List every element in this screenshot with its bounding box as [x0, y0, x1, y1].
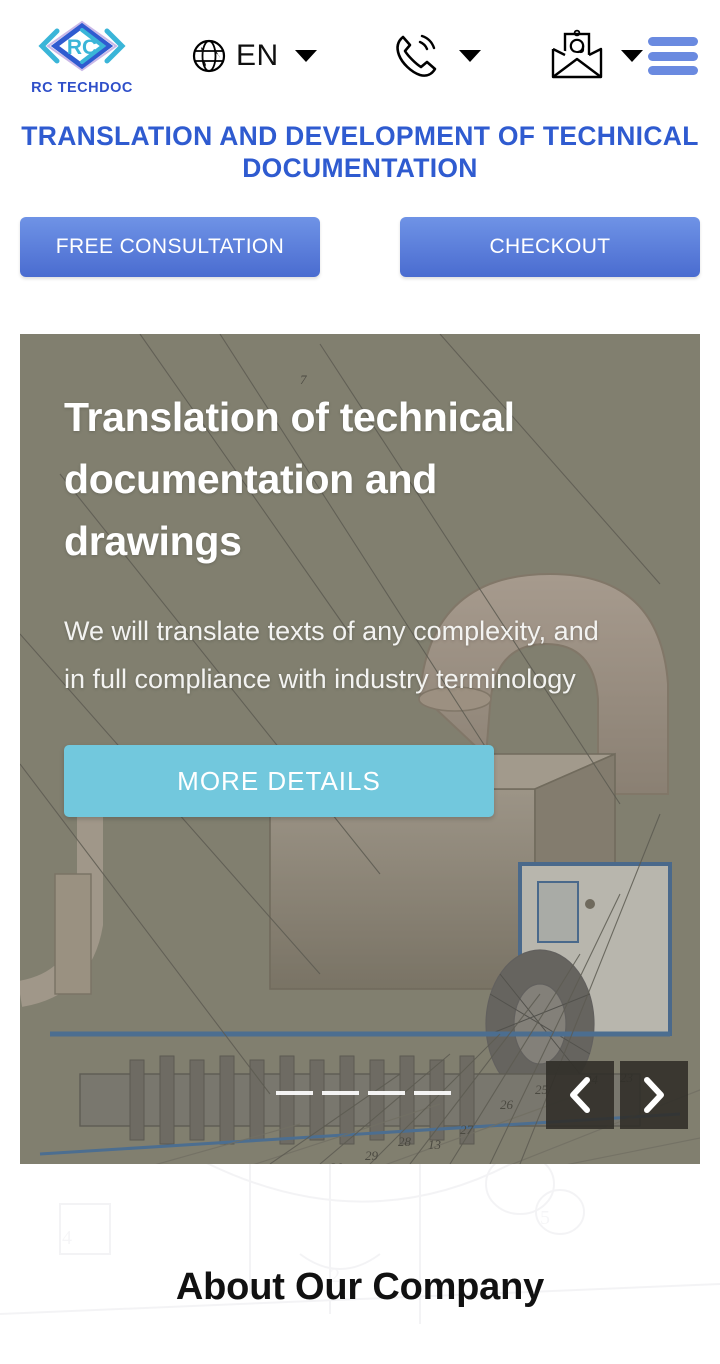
logo-wordmark: RC TECHDOC [31, 79, 133, 96]
language-value: EN [236, 39, 279, 72]
caret-down-icon[interactable] [458, 50, 481, 62]
svg-text:5: 5 [540, 1207, 550, 1229]
blueprint-watermark: 4 2 5 [0, 1164, 720, 1351]
burger-bar [648, 37, 698, 46]
svg-text:RC: RC [67, 36, 97, 59]
burger-bar [648, 66, 698, 75]
svg-text:4: 4 [62, 1227, 72, 1249]
about-section: 4 2 5 About Our Company [0, 1164, 720, 1351]
page-title: TRANSLATION AND DEVELOPMENT OF TECHNICAL… [21, 121, 699, 183]
chevron-right-icon [639, 1075, 669, 1115]
cta-row: FREE CONSULTATION CHECKOUT [20, 217, 700, 277]
caret-down-icon[interactable] [620, 50, 643, 62]
globe-icon [192, 39, 226, 73]
hero-title: Translation of technical documentation a… [64, 394, 515, 564]
hero-subtitle: We will translate texts of any complexit… [64, 616, 599, 694]
slider-pagination[interactable] [276, 1091, 451, 1095]
rc-diamond-logo-icon: RC [33, 17, 131, 79]
site-header: RC RC TECHDOC EN [0, 0, 720, 112]
about-title: About Our Company [175, 1266, 545, 1308]
logo[interactable]: RC RC TECHDOC [22, 17, 142, 96]
slider-navigation [546, 1061, 688, 1129]
chevron-left-icon [565, 1075, 595, 1115]
slider-next-button[interactable] [620, 1061, 688, 1129]
hamburger-menu-icon[interactable] [648, 37, 698, 75]
checkout-button[interactable]: CHECKOUT [400, 217, 700, 277]
phone-ringing-icon [389, 29, 443, 83]
slider-dot[interactable] [276, 1091, 313, 1095]
envelope-at-icon [549, 29, 605, 83]
phone-selector[interactable] [389, 0, 481, 112]
more-details-button[interactable]: MORE DETAILS [64, 745, 494, 817]
hero-slider: 7 24 23 25 26 27 13 28 29 30 Translation… [20, 334, 700, 1164]
slider-dot[interactable] [368, 1091, 405, 1095]
slider-prev-button[interactable] [546, 1061, 614, 1129]
hero-content: Translation of technical documentation a… [64, 386, 624, 817]
slider-dot[interactable] [414, 1091, 451, 1095]
slider-dot[interactable] [322, 1091, 359, 1095]
email-selector[interactable] [549, 0, 643, 112]
caret-down-icon[interactable] [294, 50, 317, 62]
free-consultation-button[interactable]: FREE CONSULTATION [20, 217, 320, 277]
language-selector[interactable]: EN [192, 0, 317, 112]
burger-bar [648, 51, 698, 61]
